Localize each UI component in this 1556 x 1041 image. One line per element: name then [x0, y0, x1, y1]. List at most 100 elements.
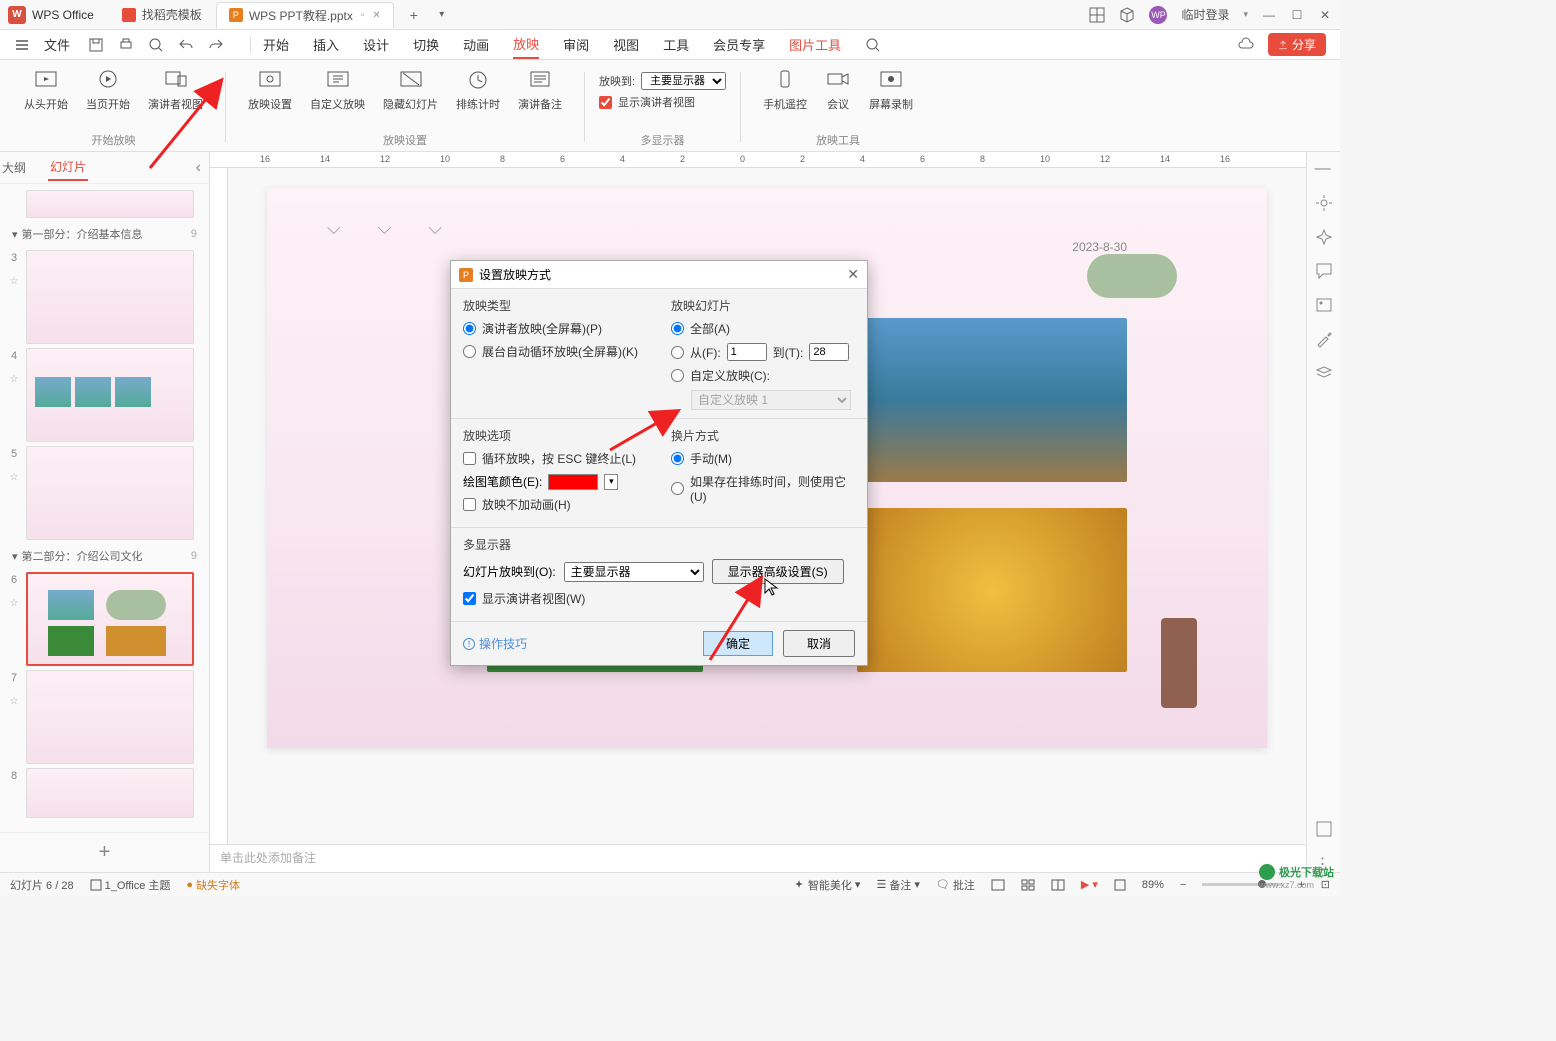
to-input[interactable]: [809, 343, 849, 361]
dialog-close-button[interactable]: ✕: [847, 266, 859, 283]
radio-timings[interactable]: 如果存在排练时间，则使用它(U): [671, 473, 855, 504]
menu-animation[interactable]: 动画: [463, 31, 489, 58]
play-button[interactable]: ▶ ▾: [1081, 878, 1098, 891]
slideshow-settings-button[interactable]: 放映设置: [240, 66, 300, 114]
cube-icon[interactable]: [1119, 7, 1135, 23]
image-icon[interactable]: [1315, 296, 1333, 314]
speaker-notes-button[interactable]: 演讲备注: [510, 66, 570, 114]
thumb-row[interactable]: 5☆: [0, 444, 209, 542]
meeting-button[interactable]: 会议: [817, 66, 859, 114]
tips-link[interactable]: !操作技巧: [463, 635, 527, 652]
radio-kiosk[interactable]: 展台自动循环放映(全屏幕)(K): [463, 343, 647, 360]
show-on-select[interactable]: 主要显示器: [641, 72, 726, 90]
cloud-icon[interactable]: [1238, 37, 1254, 53]
close-window-button[interactable]: ✕: [1318, 8, 1332, 22]
tab-list-button[interactable]: ▾: [432, 5, 452, 25]
minimize-button[interactable]: —: [1262, 8, 1276, 22]
menu-design[interactable]: 设计: [363, 31, 389, 58]
save-icon[interactable]: [88, 37, 104, 53]
radio-manual[interactable]: 手动(M): [671, 450, 855, 467]
outline-tab[interactable]: 大纲: [0, 155, 28, 180]
loop-checkbox[interactable]: 循环放映，按 ESC 键终止(L): [463, 450, 647, 467]
slide-image[interactable]: [857, 508, 1127, 672]
tab-close-icon[interactable]: ✕: [372, 10, 380, 21]
thumb-row[interactable]: 3☆: [0, 248, 209, 346]
tab-templates[interactable]: 找稻壳模板: [110, 2, 214, 28]
menu-view[interactable]: 视图: [613, 31, 639, 58]
menu-slideshow[interactable]: 放映: [513, 30, 539, 59]
menu-picture-tools[interactable]: 图片工具: [789, 31, 841, 58]
tab-document[interactable]: P WPS PPT教程.pptx ▫ ✕: [216, 2, 394, 28]
tab-more-icon[interactable]: ▫: [361, 10, 365, 21]
hide-slide-button[interactable]: 隐藏幻灯片: [375, 66, 446, 114]
custom-show-button[interactable]: 自定义放映: [302, 66, 373, 114]
screen-record-button[interactable]: 屏幕录制: [861, 66, 921, 114]
slides-tab[interactable]: 幻灯片: [48, 154, 88, 181]
hamburger-icon[interactable]: [14, 37, 30, 53]
menu-member[interactable]: 会员专享: [713, 31, 765, 58]
view-sorter-button[interactable]: [1021, 879, 1035, 891]
menu-insert[interactable]: 插入: [313, 31, 339, 58]
presenter-view-button[interactable]: 演讲者视图: [140, 66, 211, 114]
print-icon[interactable]: [118, 37, 134, 53]
panel-collapse-icon[interactable]: ‹: [196, 159, 201, 177]
pen-color-swatch[interactable]: [548, 474, 598, 490]
menu-tools[interactable]: 工具: [663, 31, 689, 58]
presenter-view-checkbox[interactable]: [599, 96, 612, 109]
radio-custom-show[interactable]: 自定义放映(C):: [671, 367, 855, 384]
menu-review[interactable]: 审阅: [563, 31, 589, 58]
comment-toggle[interactable]: 🗨 批注: [936, 877, 975, 893]
play-from-current-button[interactable]: 当页开始: [78, 66, 138, 114]
sparkle-icon[interactable]: [1315, 228, 1333, 246]
thumb-row[interactable]: 4☆: [0, 346, 209, 444]
box-icon[interactable]: [1315, 820, 1333, 838]
dash-icon[interactable]: —: [1315, 160, 1333, 178]
zoom-out-button[interactable]: −: [1180, 879, 1186, 891]
thumb-row[interactable]: 8: [0, 766, 209, 820]
comment-icon[interactable]: [1315, 262, 1333, 280]
thumb-row[interactable]: [0, 188, 209, 220]
no-animation-checkbox[interactable]: 放映不加动画(H): [463, 496, 647, 513]
presenter-view-checkbox[interactable]: 显示演讲者视图(W): [463, 590, 855, 607]
view-reading-button[interactable]: [1051, 879, 1065, 891]
dialog-titlebar[interactable]: P 设置放映方式 ✕: [451, 261, 867, 289]
section-header[interactable]: ▾第一部分：介绍基本信息9: [0, 220, 209, 248]
preview-icon[interactable]: [148, 37, 164, 53]
pen-color-dropdown[interactable]: ▾: [604, 474, 618, 490]
user-avatar[interactable]: WP: [1149, 6, 1167, 24]
menu-start[interactable]: 开始: [263, 31, 289, 58]
from-input[interactable]: [727, 343, 767, 361]
share-button[interactable]: 分享: [1268, 33, 1326, 56]
dropdown-icon[interactable]: ▾: [1243, 9, 1248, 20]
radio-range-slides[interactable]: 从(F):到(T):: [671, 343, 855, 361]
view-normal-button[interactable]: [991, 879, 1005, 891]
radio-presenter[interactable]: 演讲者放映(全屏幕)(P): [463, 320, 647, 337]
theme-indicator[interactable]: 1_Office 主题: [90, 877, 171, 893]
zoom-fit-button[interactable]: [1114, 879, 1126, 891]
redo-icon[interactable]: [208, 37, 224, 53]
thumbnail-list[interactable]: ▾第一部分：介绍基本信息9 3☆ 4☆ 5☆ ▾第二部分：介绍公司文化9 6☆ …: [0, 184, 209, 832]
login-text[interactable]: 临时登录: [1181, 6, 1229, 23]
file-menu[interactable]: 文件: [44, 35, 70, 54]
notes-toggle[interactable]: ☰ 备注 ▾: [876, 877, 919, 893]
ok-button[interactable]: 确定: [703, 631, 773, 656]
maximize-button[interactable]: ☐: [1290, 8, 1304, 22]
settings-icon[interactable]: [1315, 194, 1333, 212]
missing-font-indicator[interactable]: ● 缺失字体: [186, 877, 240, 893]
search-icon[interactable]: [865, 37, 881, 53]
cancel-button[interactable]: 取消: [783, 630, 855, 657]
undo-icon[interactable]: [178, 37, 194, 53]
beautify-button[interactable]: 智能美化 ▾: [793, 877, 861, 893]
notes-bar[interactable]: 单击此处添加备注: [210, 844, 1306, 872]
grid-icon[interactable]: [1089, 7, 1105, 23]
new-tab-button[interactable]: +: [404, 5, 424, 25]
slide-image[interactable]: [857, 318, 1127, 482]
add-slide-button[interactable]: +: [0, 832, 209, 872]
play-from-start-button[interactable]: 从头开始: [16, 66, 76, 114]
monitor-select[interactable]: 主要显示器: [564, 562, 704, 582]
section-header[interactable]: ▾第二部分：介绍公司文化9: [0, 542, 209, 570]
phone-remote-button[interactable]: 手机遥控: [755, 66, 815, 114]
menu-transition[interactable]: 切换: [413, 31, 439, 58]
rehearse-button[interactable]: 排练计时: [448, 66, 508, 114]
monitor-advanced-button[interactable]: 显示器高级设置(S): [712, 559, 844, 584]
